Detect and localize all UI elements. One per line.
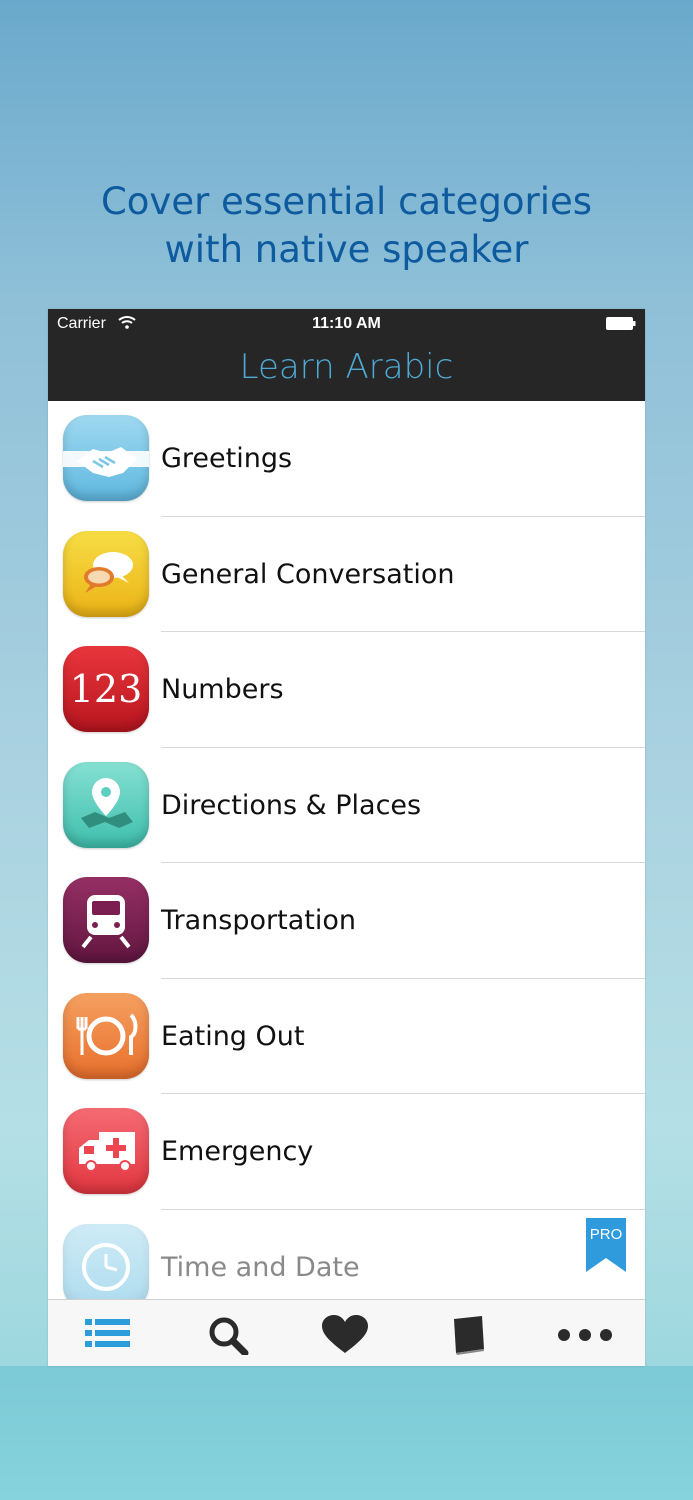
navigation-bar: Learn Arabic bbox=[48, 339, 645, 401]
headline: Cover essential categories with native s… bbox=[0, 178, 693, 274]
tab-book[interactable] bbox=[442, 1315, 492, 1355]
category-row-emergency[interactable]: Emergency bbox=[48, 1094, 645, 1210]
category-label: Directions & Places bbox=[161, 789, 422, 821]
category-label: Greetings bbox=[161, 443, 293, 474]
heart-icon bbox=[322, 1315, 368, 1353]
phone-screen: Carrier 11:10 AM Learn Arabic Greetings bbox=[48, 309, 645, 1366]
numbers-icon: 123 bbox=[63, 646, 149, 732]
category-row-greetings[interactable]: Greetings bbox=[48, 401, 645, 517]
speech-bubbles-icon bbox=[63, 530, 149, 617]
category-row-numbers[interactable]: 123 Numbers bbox=[48, 632, 645, 748]
category-label: Emergency bbox=[161, 1136, 314, 1167]
train-icon bbox=[63, 877, 149, 963]
tab-bar bbox=[48, 1299, 645, 1366]
pro-badge-label: PRO bbox=[589, 1225, 623, 1243]
plate-cutlery-icon bbox=[63, 992, 149, 1079]
battery-icon bbox=[606, 317, 636, 330]
category-row-directions-places[interactable]: Directions & Places bbox=[48, 748, 645, 863]
book-icon bbox=[454, 1316, 484, 1355]
category-label: Numbers bbox=[161, 674, 284, 705]
more-icon bbox=[558, 1329, 612, 1341]
category-label: Transportation bbox=[161, 905, 356, 936]
status-bar: Carrier 11:10 AM bbox=[48, 309, 645, 339]
clock-icon bbox=[63, 1223, 149, 1310]
tab-more[interactable] bbox=[557, 1315, 612, 1355]
category-row-transportation[interactable]: Transportation bbox=[48, 863, 645, 979]
tab-search[interactable] bbox=[202, 1315, 252, 1357]
category-label: General Conversation bbox=[161, 558, 455, 590]
pro-badge: PRO bbox=[586, 1217, 626, 1272]
category-label: Eating Out bbox=[161, 1020, 305, 1052]
tab-favorites[interactable] bbox=[320, 1315, 370, 1355]
search-icon bbox=[209, 1317, 249, 1357]
ambulance-icon bbox=[63, 1108, 149, 1194]
category-row-eating-out[interactable]: Eating Out bbox=[48, 979, 645, 1094]
numbers-icon-text: 123 bbox=[69, 667, 143, 711]
nav-title: Learn Arabic bbox=[239, 347, 454, 387]
category-row-general-conversation[interactable]: General Conversation bbox=[48, 517, 645, 632]
handshake-icon bbox=[63, 415, 149, 501]
list-icon bbox=[85, 1319, 130, 1347]
headline-line-2: with native speaker bbox=[164, 228, 529, 271]
tab-list[interactable] bbox=[83, 1315, 133, 1355]
map-pin-icon bbox=[63, 761, 149, 848]
category-list[interactable]: Greetings General Conversation 123 Numbe… bbox=[48, 401, 645, 1325]
bottom-background-band bbox=[0, 1366, 693, 1500]
headline-line-1: Cover essential categories bbox=[100, 180, 593, 223]
status-time: 11:10 AM bbox=[312, 315, 381, 332]
